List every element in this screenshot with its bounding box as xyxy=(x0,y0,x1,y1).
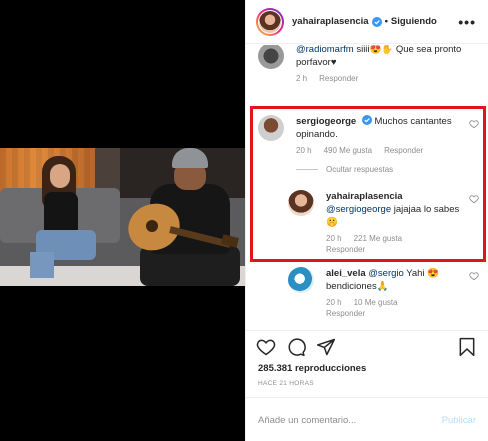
comment-icon[interactable] xyxy=(286,337,306,357)
add-comment-input[interactable] xyxy=(258,414,442,426)
hide-replies-button[interactable]: Ocultar respuestas xyxy=(296,165,473,174)
comment-username[interactable]: alei_vela xyxy=(326,268,366,279)
post-actions: 285.381 reproducciones HACE 21 HORAS Pub… xyxy=(246,330,488,441)
comment-likes[interactable]: 10 Me gusta xyxy=(354,298,398,307)
singer-leg xyxy=(30,252,54,278)
comment-like-heart-icon[interactable] xyxy=(469,271,479,281)
author-avatar[interactable] xyxy=(256,7,284,36)
comment-like-heart-icon[interactable] xyxy=(469,119,479,129)
comment-text: sergiogeorge Muchos cantantes opinando. xyxy=(296,115,473,141)
comment-meta: 2 h Responder xyxy=(296,74,473,83)
author-avatar-inner xyxy=(258,9,282,34)
reply-item: alei_vela @sergio Yahi 😍 bendiciones🙏 20… xyxy=(288,267,479,318)
share-icon[interactable] xyxy=(316,337,336,357)
publish-button[interactable]: Publicar xyxy=(442,415,476,426)
comment-time: 20 h xyxy=(326,234,342,243)
author-username-row: yahairaplasencia • Siguiendo xyxy=(292,16,437,27)
comment-meta: 20 h 221 Me gusta xyxy=(326,234,473,243)
comment-likes[interactable]: 221 Me gusta xyxy=(354,234,402,243)
view-count[interactable]: 285.381 reproducciones xyxy=(258,363,366,374)
comment-text: alei_vela @sergio Yahi 😍 bendiciones🙏 xyxy=(326,267,473,293)
reply-button[interactable]: Responder xyxy=(384,146,423,155)
comment-time: 20 h xyxy=(296,146,312,155)
reply-item: yahairaplasencia @sergiogeorge jajajaa l… xyxy=(288,190,479,254)
post-header: yahairaplasencia • Siguiendo ••• xyxy=(246,0,488,44)
post-time-ago: HACE 21 HORAS xyxy=(258,380,314,387)
heart-icon[interactable] xyxy=(256,337,276,357)
follow-status-button[interactable]: Siguiendo xyxy=(391,16,437,27)
comment-mention[interactable]: @sergiogeorge xyxy=(326,204,391,215)
comment-meta: 20 h 490 Me gusta Responder xyxy=(296,146,473,155)
reply-button[interactable]: Responder xyxy=(319,74,358,83)
post-media[interactable] xyxy=(0,0,245,441)
action-icons xyxy=(256,337,336,357)
post-side-panel: yahairaplasencia • Siguiendo ••• @radiom… xyxy=(245,0,488,441)
comment-item: sergiogeorge Muchos cantantes opinando. … xyxy=(258,115,479,174)
verified-badge-icon xyxy=(371,16,382,27)
comment-mention[interactable]: @radiomarfm xyxy=(296,45,354,55)
commenter-avatar[interactable] xyxy=(258,45,284,69)
video-player[interactable] xyxy=(0,148,245,286)
guitar-soundhole xyxy=(146,220,158,232)
comment-time: 2 h xyxy=(296,74,308,83)
comment-text: yahairaplasencia @sergiogeorge jajajaa l… xyxy=(326,190,473,229)
comments-list: @radiomarfm siiii😍✋ Que sea pronto porfa… xyxy=(246,45,488,330)
verified-badge-icon xyxy=(361,115,372,125)
bookmark-icon[interactable] xyxy=(458,337,476,357)
comment-like-heart-icon[interactable] xyxy=(469,194,479,204)
comment-item: @radiomarfm siiii😍✋ Que sea pronto porfa… xyxy=(258,45,473,83)
header-separator: • xyxy=(384,16,388,27)
comment-text: @radiomarfm siiii😍✋ Que sea pronto porfa… xyxy=(296,45,473,69)
singer-top xyxy=(44,192,78,234)
singer-face xyxy=(50,164,70,188)
more-dots-icon[interactable]: ••• xyxy=(458,14,476,30)
comment-meta-reply: Responder xyxy=(326,309,473,318)
commenter-avatar[interactable] xyxy=(258,115,284,141)
comment-username[interactable]: sergiogeorge xyxy=(296,116,356,127)
reply-button[interactable]: Responder xyxy=(326,245,365,254)
author-username[interactable]: yahairaplasencia xyxy=(292,16,369,27)
author-avatar-photo xyxy=(259,10,281,33)
comment-meta-reply: Responder xyxy=(326,245,473,254)
comment-time: 20 h xyxy=(326,298,342,307)
comment-meta: 20 h 10 Me gusta xyxy=(326,298,473,307)
commenter-avatar[interactable] xyxy=(288,267,314,293)
add-comment-row: Publicar xyxy=(246,397,488,441)
comment-likes[interactable]: 490 Me gusta xyxy=(324,146,372,155)
comment-mention[interactable]: @sergio xyxy=(368,268,404,279)
reply-button[interactable]: Responder xyxy=(326,309,365,318)
comment-username[interactable]: yahairaplasencia xyxy=(326,191,403,202)
commenter-avatar[interactable] xyxy=(288,190,314,216)
